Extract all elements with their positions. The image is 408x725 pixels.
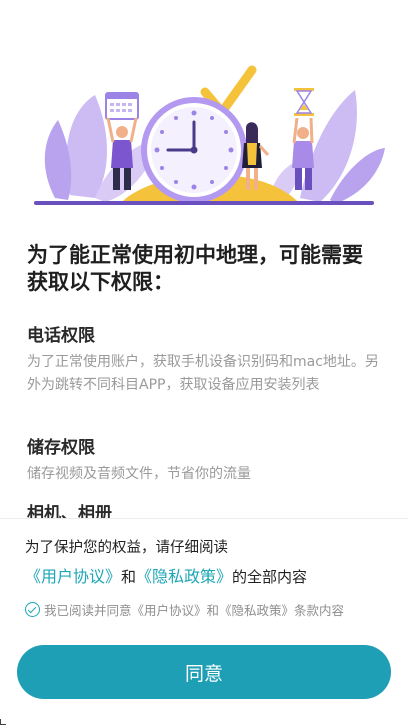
and-text: 和 — [121, 568, 137, 586]
permission-item-storage: 储存权限 储存视频及音频文件，节省你的流量 — [27, 436, 382, 486]
permission-title: 电话权限 — [27, 326, 95, 346]
clock-illustration — [141, 97, 247, 203]
corner-mark — [0, 719, 6, 725]
person-right-illustration — [292, 117, 314, 190]
hourglass-illustration — [294, 88, 314, 116]
suffix-text: 的全部内容 — [232, 568, 308, 586]
consent-checkbox-row[interactable]: 我已阅读并同意《用户协议》和《隐私政策》条款内容 — [25, 600, 344, 619]
permission-description: 为了正常使用账户，获取手机设备识别码和mac地址。另外为跳转不同科目APP，获取… — [27, 354, 379, 393]
agreement-links-line: 《用户协议》和《隐私政策》的全部内容 — [25, 563, 307, 587]
consent-checkbox-label: 我已阅读并同意《用户协议》和《隐私政策》条款内容 — [44, 603, 345, 618]
agree-button[interactable]: 同意 — [17, 645, 391, 699]
user-agreement-link[interactable]: 《用户协议》 — [25, 567, 121, 586]
permission-item-phone: 电话权限 为了正常使用账户，获取手机设备识别码和mac地址。另外为跳转不同科目A… — [27, 324, 382, 397]
privacy-policy-link[interactable]: 《隐私政策》 — [136, 567, 232, 586]
permission-description: 储存视频及音频文件，节省你的流量 — [27, 466, 251, 482]
ground-line — [34, 201, 374, 205]
illustration-hero — [34, 65, 385, 205]
permission-title: 储存权限 — [27, 438, 95, 458]
calendar-illustration — [105, 92, 139, 120]
consent-notice: 为了保护您的权益，请仔细阅读 — [25, 540, 228, 556]
check-circle-icon[interactable] — [25, 602, 40, 617]
permission-dialog-title: 为了能正常使用初中地理，可能需要获取以下权限： — [27, 243, 363, 294]
consent-panel: 为了保护您的权益，请仔细阅读 《用户协议》和《隐私政策》的全部内容 我已阅读并同… — [0, 518, 408, 725]
